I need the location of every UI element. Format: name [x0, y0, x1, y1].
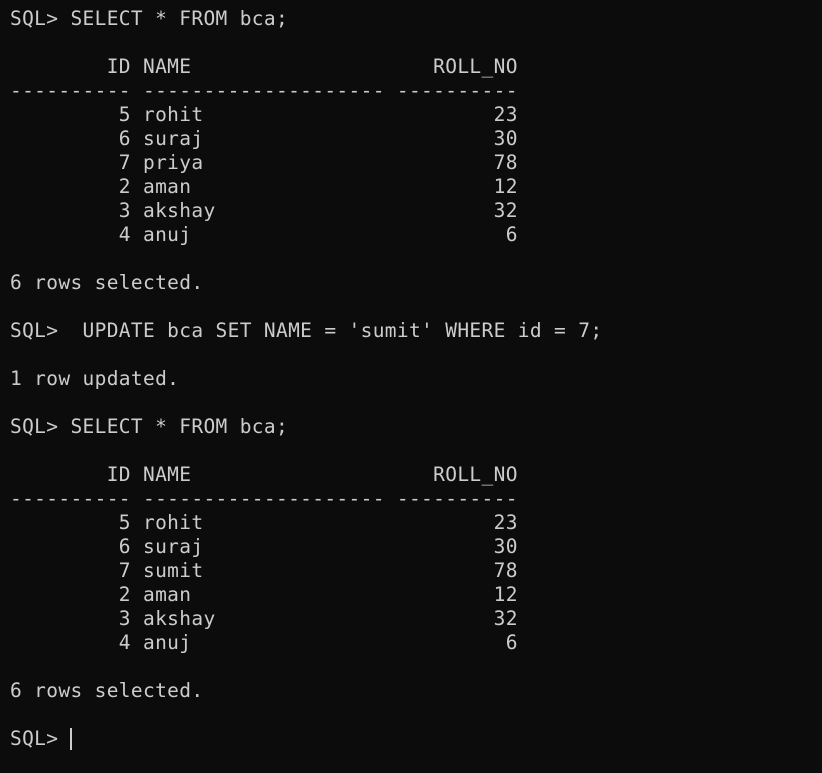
table-row: 2 aman 12: [10, 583, 518, 606]
table-row: 4 anuj 6: [10, 223, 518, 246]
table-row: 5 rohit 23: [10, 511, 518, 534]
result-message: 6 rows selected.: [10, 271, 204, 294]
table-row: 7 priya 78: [10, 151, 518, 174]
text-cursor: [70, 728, 73, 750]
sql-prompt: SQL>: [10, 727, 71, 750]
table-separator: ---------- -------------------- --------…: [10, 487, 518, 510]
table-row: 4 anuj 6: [10, 631, 518, 654]
table-header: ID NAME ROLL_NO: [10, 463, 518, 486]
prompt-line[interactable]: SQL>: [10, 727, 822, 751]
table-header: ID NAME ROLL_NO: [10, 55, 518, 78]
command-line: SQL> UPDATE bca SET NAME = 'sumit' WHERE…: [10, 319, 603, 342]
terminal-window[interactable]: SQL> SELECT * FROM bca; ID NAME ROLL_NO …: [0, 0, 822, 773]
table-separator: ---------- -------------------- --------…: [10, 79, 518, 102]
table-row: 6 suraj 30: [10, 127, 518, 150]
table-row: 3 akshay 32: [10, 607, 518, 630]
table-row: 3 akshay 32: [10, 199, 518, 222]
result-message: 1 row updated.: [10, 367, 180, 390]
table-row: 6 suraj 30: [10, 535, 518, 558]
table-row: 7 sumit 78: [10, 559, 518, 582]
result-message: 6 rows selected.: [10, 679, 204, 702]
table-row: 5 rohit 23: [10, 103, 518, 126]
table-row: 2 aman 12: [10, 175, 518, 198]
command-line: SQL> SELECT * FROM bca;: [10, 7, 289, 30]
command-line: SQL> SELECT * FROM bca;: [10, 415, 289, 438]
